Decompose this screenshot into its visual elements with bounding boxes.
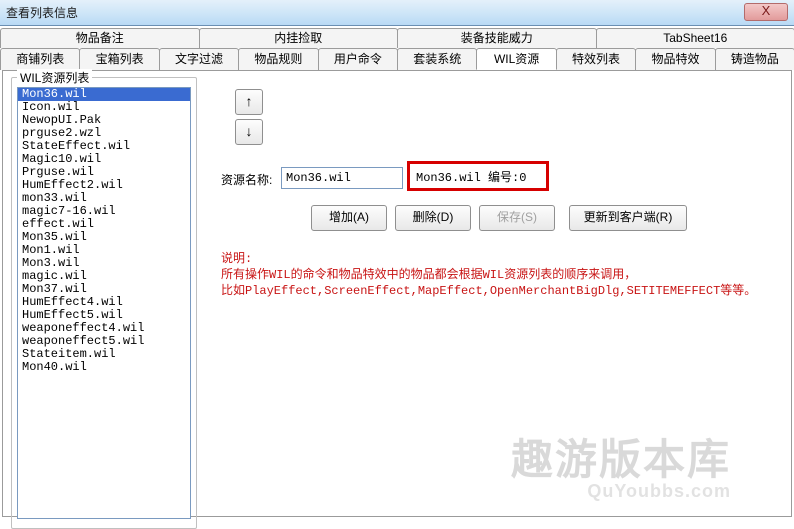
list-item[interactable]: Mon40.wil (18, 361, 190, 374)
tab-set-system[interactable]: 套装系统 (397, 48, 477, 70)
tab-panel: WIL资源列表 Mon36.wil Icon.wil NewopUI.Pak p… (2, 70, 792, 517)
tab-tabsheet16[interactable]: TabSheet16 (596, 28, 794, 48)
watermark: 趣游版本库 QuYoubbs.com (511, 426, 731, 502)
tab-text-filter[interactable]: 文字过滤 (159, 48, 239, 70)
tabs-row-lower: 商铺列表 宝箱列表 文字过滤 物品规则 用户命令 套装系统 WIL资源 特效列表… (0, 48, 794, 70)
watermark-line1: 趣游版本库 (511, 426, 731, 487)
explain-line1: 所有操作WIL的命令和物品特效中的物品都会根据WIL资源列表的顺序来调用， (221, 268, 636, 282)
client-area: 物品备注 内挂捡取 装备技能威力 TabSheet16 商铺列表 宝箱列表 文字… (0, 28, 794, 521)
add-button[interactable]: 增加(A) (311, 205, 387, 231)
move-up-button[interactable]: ↑ (235, 89, 263, 115)
arrow-up-icon: ↑ (246, 93, 253, 109)
tabs-row-upper: 物品备注 内挂捡取 装备技能威力 TabSheet16 (0, 28, 794, 48)
delete-button[interactable]: 删除(D) (395, 205, 471, 231)
tab-effect-list[interactable]: 特效列表 (556, 48, 636, 70)
explain-title: 说明: (221, 252, 252, 266)
window-title: 查看列表信息 (6, 4, 78, 21)
arrow-down-icon: ↓ (246, 123, 253, 139)
tab-chest-list[interactable]: 宝箱列表 (79, 48, 159, 70)
tab-equip-power[interactable]: 装备技能威力 (397, 28, 597, 48)
tab-shop-list[interactable]: 商铺列表 (0, 48, 80, 70)
update-client-button[interactable]: 更新到客户端(R) (569, 205, 687, 231)
title-bar: 查看列表信息 X (0, 0, 794, 26)
tab-user-cmd[interactable]: 用户命令 (318, 48, 398, 70)
tab-cast-item[interactable]: 铸造物品 (715, 48, 794, 70)
groupbox-title: WIL资源列表 (17, 69, 92, 86)
explain-block: 说明: 所有操作WIL的命令和物品特效中的物品都会根据WIL资源列表的顺序来调用… (221, 251, 756, 299)
save-button[interactable]: 保存(S) (479, 205, 555, 231)
close-button[interactable]: X (744, 3, 788, 21)
resource-name-input[interactable] (281, 167, 403, 189)
watermark-line2: QuYoubbs.com (511, 481, 731, 502)
resource-name-label: 资源名称: (221, 171, 272, 188)
wil-listbox[interactable]: Mon36.wil Icon.wil NewopUI.Pak prguse2.w… (17, 87, 191, 519)
tab-item-rules[interactable]: 物品规则 (238, 48, 318, 70)
move-down-button[interactable]: ↓ (235, 119, 263, 145)
wil-list-groupbox: WIL资源列表 Mon36.wil Icon.wil NewopUI.Pak p… (11, 77, 197, 529)
resource-info-highlight: Mon36.wil 编号:0 (407, 161, 549, 191)
tab-item-remarks[interactable]: 物品备注 (0, 28, 200, 48)
explain-line2: 比如PlayEffect,ScreenEffect,MapEffect,Open… (221, 284, 756, 298)
tab-wil-resource[interactable]: WIL资源 (476, 48, 556, 70)
tab-pickup[interactable]: 内挂捡取 (199, 28, 399, 48)
tab-item-effect[interactable]: 物品特效 (635, 48, 715, 70)
